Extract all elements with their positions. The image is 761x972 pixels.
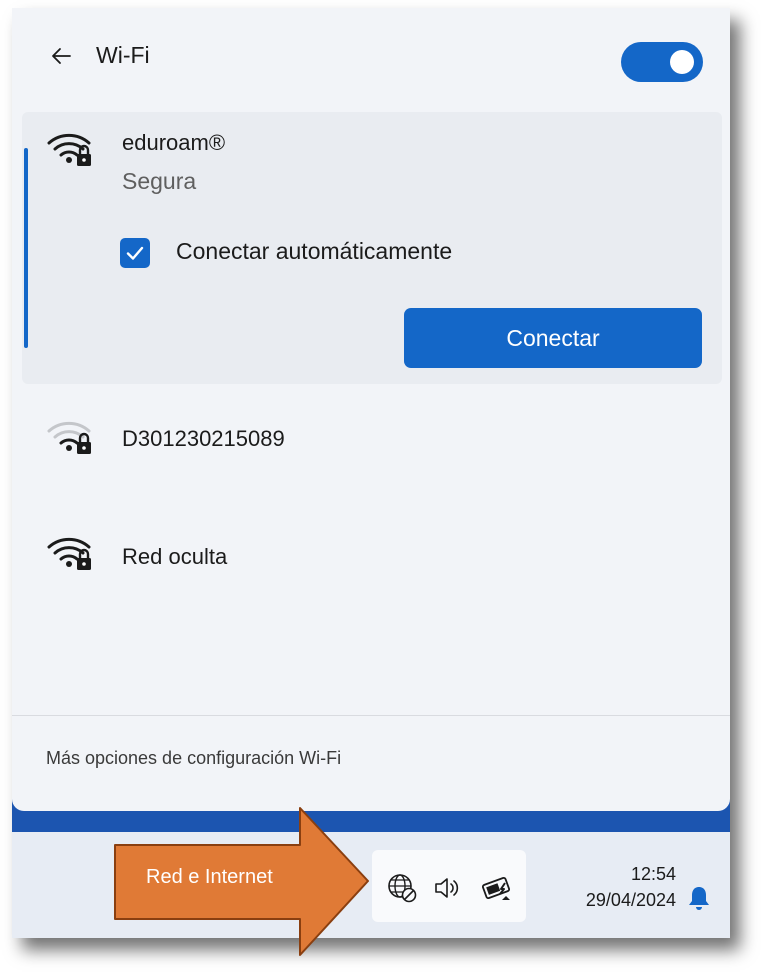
network-name-eduroam: eduroam® [122,130,226,155]
clock-date: 29/04/2024 [585,890,676,910]
quick-settings-tray-button[interactable] [372,850,526,922]
network-security-status: Segura [122,168,197,194]
speaker-volume-icon [435,878,459,898]
wifi-toggle[interactable] [621,42,703,82]
wifi-secured-icon [47,537,91,570]
selection-indicator [24,148,28,348]
clock-time: 12:54 [630,864,676,884]
footer-divider [12,715,730,716]
screenshot-frame: Wi-Fi eduroam® Segura Conectar automátic… [12,8,730,938]
wifi-weak-secured-icon [47,421,91,454]
more-wifi-settings-link[interactable]: Más opciones de configuración Wi-Fi [46,748,341,769]
wifi-title: Wi-Fi [96,42,150,68]
network-name-red-oculta: Red oculta [122,544,228,569]
network-name-d301230215089: D301230215089 [122,426,285,451]
auto-connect-label: Conectar automáticamente [176,238,453,264]
back-arrow-icon[interactable] [50,44,74,68]
network-globe-no-internet-icon [388,874,417,903]
callout-label: Red e Internet [146,866,273,888]
notification-bell-icon[interactable] [686,884,712,912]
wifi-header: Wi-Fi [12,8,730,108]
wifi-secured-icon [47,133,91,166]
wifi-flyout-panel: Wi-Fi eduroam® Segura Conectar automátic… [12,8,730,811]
checkmark-icon [126,246,144,260]
connect-button[interactable]: Conectar [404,308,702,368]
auto-connect-checkbox[interactable] [120,238,150,268]
battery-charging-icon [481,876,511,900]
taskbar-clock[interactable]: 12:54 29/04/2024 [534,862,676,914]
toggle-knob [670,50,694,74]
